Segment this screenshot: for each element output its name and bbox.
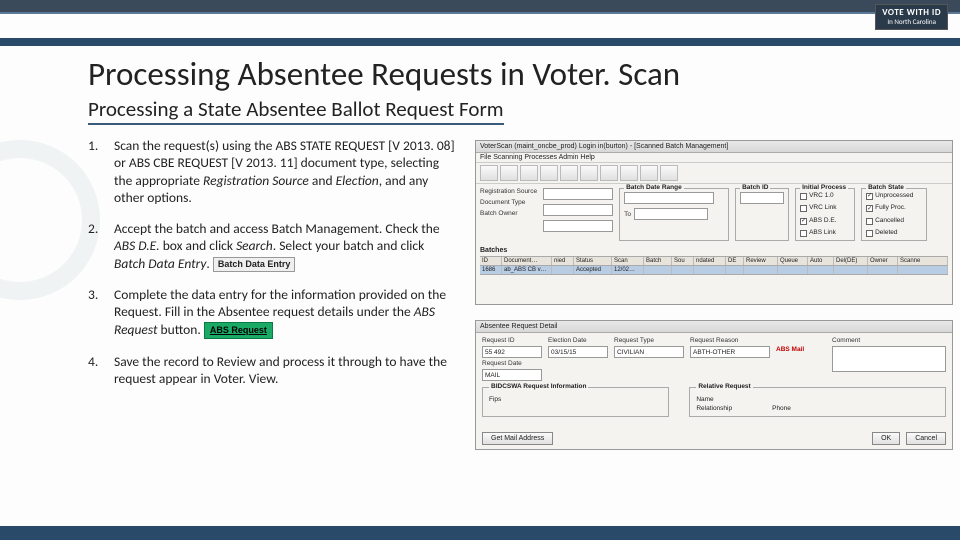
checkbox-icon	[800, 205, 807, 212]
window-title: VoterScan (maint_oncbe_prod) Login in(bu…	[476, 141, 952, 153]
toolbar-icon	[560, 165, 578, 181]
label-batch-owner: Batch Owner	[480, 210, 537, 217]
group-batch-id: Batch ID	[740, 184, 770, 191]
toolbar-icon	[480, 165, 498, 181]
filter-panel: Registration Source Document Type Batch …	[476, 184, 952, 245]
group-relative-request: Relative Request NameRelationship Phone	[689, 387, 946, 417]
grid-header: ID Document… nied Status Scan Batch Sou …	[480, 256, 948, 266]
get-mail-button: Get Mail Address	[482, 432, 553, 445]
brand-badge: VOTE WITH ID In North Carolina	[875, 4, 948, 30]
input-date-from	[624, 192, 714, 204]
checkbox-icon	[866, 230, 873, 237]
abs-mail-label: ABS Mail	[776, 346, 826, 353]
input-batch-id	[740, 192, 784, 204]
input-batch-owner	[543, 220, 613, 232]
group-bidcswa: BIDCSWA Request Information Fips	[482, 387, 669, 417]
group-date-range: Batch Date Range	[624, 184, 684, 191]
cancel-button: Cancel	[906, 432, 946, 445]
batches-label: Batches	[480, 247, 948, 254]
steps-list: 1.Scan the request(s) using the ABS STAT…	[88, 137, 458, 388]
toolbar-icon	[620, 165, 638, 181]
screenshot-batch-management: VoterScan (maint_oncbe_prod) Login in(bu…	[475, 140, 953, 305]
field-comment	[832, 346, 946, 372]
step-4: 4.Save the record to Review and process …	[88, 353, 458, 388]
accent-bar	[0, 38, 960, 46]
field-request-id: 55 492	[482, 346, 542, 358]
checkbox-icon: ✓	[866, 205, 873, 212]
grid-row: 1686 ab_ABS CB v… Accepted 12/02…	[480, 266, 948, 275]
toolbar	[476, 163, 952, 184]
checkbox-icon	[800, 230, 807, 237]
abs-request-button: ABS Request	[204, 322, 273, 340]
screenshot-absentee-detail: Absentee Request Detail Request ID 55 49…	[475, 320, 953, 450]
brand-line2: In North Carolina	[882, 18, 941, 26]
step-1: 1.Scan the request(s) using the ABS STAT…	[88, 137, 458, 206]
top-bar	[0, 0, 960, 14]
field-request-reason: ABTH-OTHER	[690, 346, 770, 358]
menu-bar: File Scanning Processes Admin Help	[476, 153, 952, 163]
checkbox-icon	[800, 193, 807, 200]
decorative-swirl	[0, 140, 100, 300]
toolbar-icon	[640, 165, 658, 181]
step-2: 2.Accept the batch and access Batch Mana…	[88, 220, 458, 272]
page-subtitle: Processing a State Absentee Ballot Reque…	[88, 96, 504, 125]
toolbar-icon	[600, 165, 618, 181]
checkbox-icon: ✓	[866, 193, 873, 200]
group-initial-process: Initial Process VRC 1.0 VRC Link ✓ABS D.…	[795, 188, 855, 241]
toolbar-icon	[500, 165, 518, 181]
label-doc-type: Document Type	[480, 199, 537, 206]
toolbar-icon	[660, 165, 678, 181]
checkbox-icon	[866, 218, 873, 225]
ok-button: OK	[872, 432, 900, 445]
window-title: Absentee Request Detail	[476, 321, 952, 333]
page-title: Processing Absentee Requests in Voter. S…	[88, 54, 940, 94]
toolbar-icon	[580, 165, 598, 181]
field-request-date: MAIL	[482, 369, 542, 381]
toolbar-icon	[520, 165, 538, 181]
group-batch-state: Batch State ✓Unprocessed ✓Fully Proc. Ca…	[861, 188, 927, 241]
checkbox-icon: ✓	[800, 218, 807, 225]
input-doc-type	[543, 204, 613, 216]
footer-bar	[0, 526, 960, 540]
input-date-to	[634, 208, 708, 220]
field-election-date: 03/15/15	[548, 346, 608, 358]
batch-data-entry-button: Batch Data Entry	[213, 257, 296, 273]
label-reg-source: Registration Source	[480, 188, 537, 195]
toolbar-icon	[540, 165, 558, 181]
step-3: 3.Complete the data entry for the inform…	[88, 286, 458, 339]
input-reg-source	[543, 188, 613, 200]
field-request-type: CIVILIAN	[614, 346, 684, 358]
